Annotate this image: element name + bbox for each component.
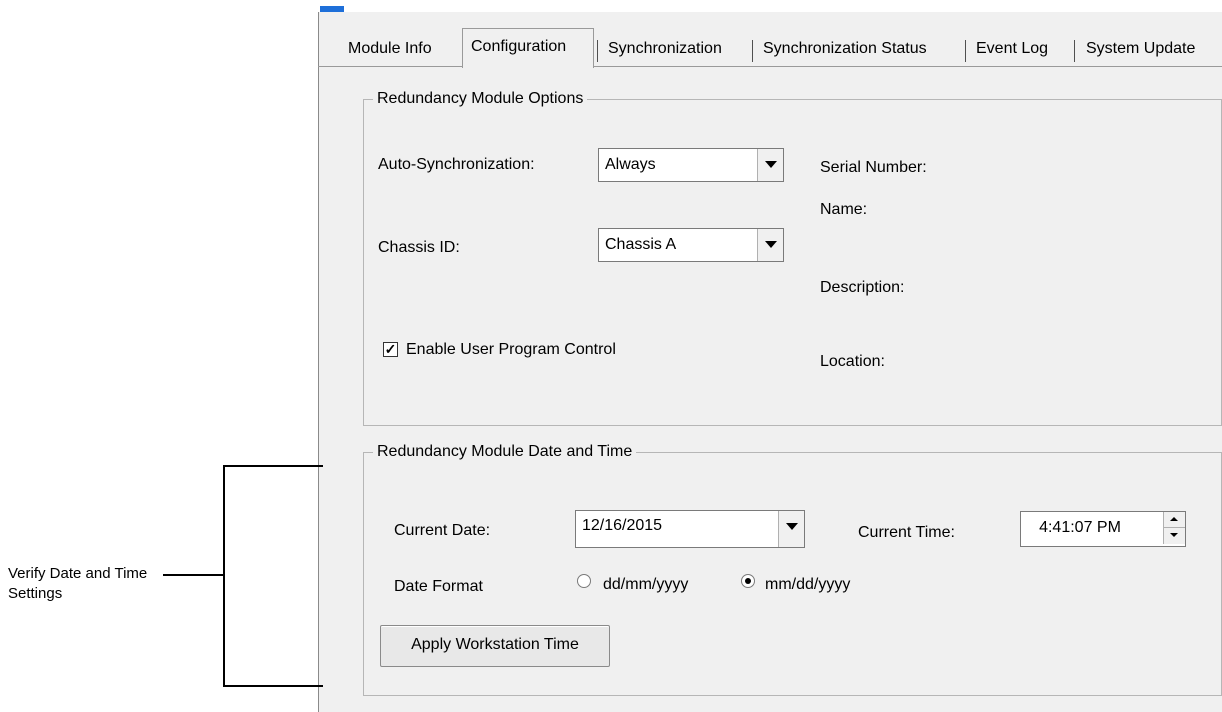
tab-separator [752,40,753,62]
options-groupbox [363,99,1222,426]
radio-mm-dd-yyyy-label: mm/dd/yyyy [765,576,851,593]
datetime-group-legend: Redundancy Module Date and Time [373,442,637,462]
radio-mm-dd-yyyy[interactable] [741,574,755,588]
spin-down-icon[interactable] [1163,528,1185,544]
radio-dd-mm-yyyy[interactable] [577,574,591,588]
tab-separator [597,40,598,62]
chassis-id-value: Chassis A [605,236,677,253]
current-date-picker[interactable]: 12/16/2015 [575,510,805,548]
annotation-bracket-bottom [223,685,323,687]
tab-separator [965,40,966,62]
current-time-input[interactable]: 4:41:07 PM [1020,511,1186,547]
current-time-value: 4:41:07 PM [1039,519,1121,536]
annotation-text-line2: Settings [8,585,63,602]
enable-user-program-label: Enable User Program Control [406,341,616,358]
current-date-label: Current Date: [394,522,491,539]
serial-number-label: Serial Number: [820,159,927,176]
chassis-id-dropdown[interactable]: Chassis A [598,228,784,262]
spin-up-icon[interactable] [1163,512,1185,528]
tab-module-info[interactable]: Module Info [340,34,440,64]
name-label: Name: [820,201,868,218]
enable-user-program-checkbox[interactable]: ✓ [383,342,398,357]
tab-synchronization-status[interactable]: Synchronization Status [755,34,935,64]
auto-sync-dropdown[interactable]: Always [598,148,784,182]
apply-workstation-time-button[interactable]: Apply Workstation Time [380,625,610,667]
annotation-leader-line [163,574,225,576]
radio-dd-mm-yyyy-label: dd/mm/yyyy [603,576,689,593]
date-format-label: Date Format [394,578,483,595]
checkmark-icon: ✓ [384,341,397,357]
current-time-label: Current Time: [858,524,955,541]
annotation-bracket-top [223,465,323,467]
options-group-legend: Redundancy Module Options [373,89,588,109]
current-date-value: 12/16/2015 [582,517,663,534]
chevron-down-icon[interactable] [757,149,783,181]
tab-separator [1074,40,1075,62]
annotation-text-line1: Verify Date and Time [8,565,148,582]
description-label: Description: [820,279,905,296]
auto-sync-value: Always [605,156,656,173]
tab-event-log[interactable]: Event Log [968,34,1056,64]
tab-configuration[interactable]: Configuration [462,28,594,68]
chevron-down-icon[interactable] [778,511,804,547]
chevron-down-icon[interactable] [757,229,783,261]
annotation-bracket-vertical [223,465,225,687]
location-label: Location: [820,353,885,370]
chassis-id-label: Chassis ID: [378,239,460,256]
auto-sync-label: Auto-Synchronization: [378,156,535,173]
tab-synchronization[interactable]: Synchronization [600,34,730,64]
tab-system-update[interactable]: System Update [1078,34,1203,64]
